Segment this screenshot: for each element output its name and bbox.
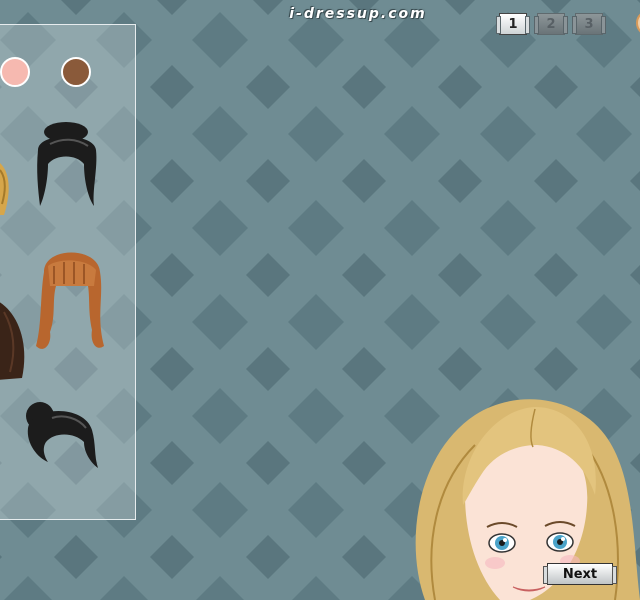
- step-2-label: 2: [537, 13, 565, 35]
- step-3-button[interactable]: 3: [572, 12, 606, 36]
- skin-tone-dark-swatch[interactable]: [61, 57, 91, 87]
- step-2-button[interactable]: 2: [534, 12, 568, 36]
- step-3-label: 3: [575, 13, 603, 35]
- step-1-label: 1: [499, 13, 527, 35]
- next-button[interactable]: Next: [540, 563, 620, 585]
- step-1-button[interactable]: 1: [496, 12, 530, 36]
- skin-tone-light-swatch[interactable]: [0, 57, 30, 87]
- step-indicator: 1 2 3: [496, 12, 606, 36]
- site-logo: i-dressup.com: [289, 6, 427, 22]
- black-ponytail-hair-icon[interactable]: [18, 398, 102, 472]
- next-button-label: Next: [547, 563, 613, 585]
- black-updo-hair-icon[interactable]: [32, 120, 102, 210]
- blonde-hair-partial-icon[interactable]: [0, 160, 16, 220]
- auburn-wavy-bangs-hair-icon[interactable]: [34, 246, 108, 358]
- brown-hair-partial-icon[interactable]: [0, 300, 30, 382]
